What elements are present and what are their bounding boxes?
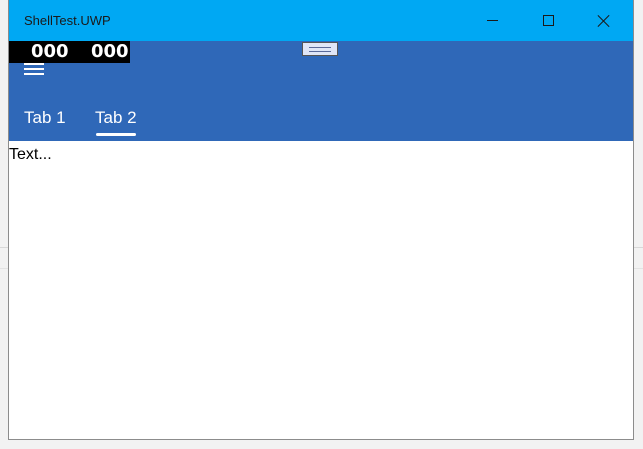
selected-tab-indicator [96,133,136,136]
counter-value-left: 000 [31,41,69,62]
close-icon [598,15,610,27]
hamburger-menu-icon[interactable] [24,61,46,75]
title-bar[interactable]: ShellTest.UWP [9,0,633,41]
shell-app-bar: 000 000 Tab 1 Tab 2 [9,41,633,141]
maximize-icon [542,15,554,26]
maximize-button[interactable] [525,0,571,41]
drag-handle-icon[interactable] [302,42,338,56]
tab-1[interactable]: Tab 1 [24,107,66,129]
minimize-icon [486,20,498,21]
frame-counter: 000 000 [9,41,130,63]
tab-2[interactable]: Tab 2 [95,107,137,129]
minimize-button[interactable] [469,0,515,41]
content-text: Text... [9,146,52,163]
counter-value-right: 000 [91,41,129,62]
close-button[interactable] [581,0,627,41]
window-title: ShellTest.UWP [24,13,111,28]
app-window: ShellTest.UWP 000 000 Tab 1 Tab 2 Text..… [8,0,634,440]
